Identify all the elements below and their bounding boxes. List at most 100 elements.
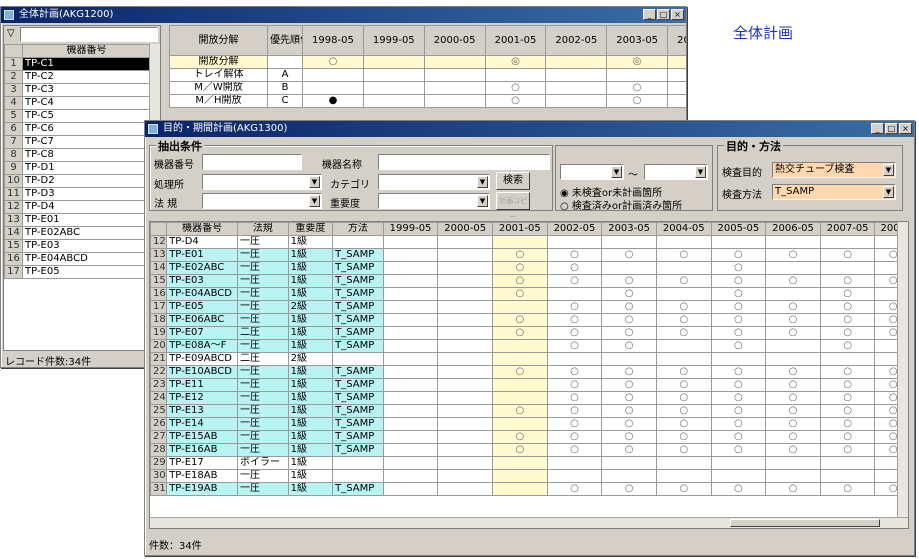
plan-mark[interactable]: ○ [765, 274, 821, 288]
list-item[interactable]: 2 TP-C2 [4, 70, 151, 84]
plan-mark[interactable]: ○ [546, 391, 603, 405]
purpose-select[interactable]: 熱交チューブ検査 ▼ [772, 162, 896, 178]
plan-mark[interactable]: ○ [765, 391, 821, 405]
table-row[interactable]: 14 TP-E02ABC 一圧 1級 T_SAMP ○ ○ ○ [150, 261, 908, 275]
grid-col-header[interactable]: 2004-05 [655, 222, 712, 236]
plan-mark[interactable]: ○ [710, 261, 767, 275]
plan-mark[interactable] [765, 469, 821, 483]
grid-horizontal-scrollbar[interactable] [150, 517, 908, 528]
grid-col-header[interactable]: 2002-05 [546, 222, 603, 236]
plan-mark[interactable]: ○ [492, 404, 548, 418]
plan-mark[interactable] [437, 417, 493, 431]
plan-mark[interactable] [546, 352, 603, 366]
list-item[interactable]: 1 TP-C1 [4, 57, 151, 71]
plan-mark[interactable]: ○ [710, 391, 767, 405]
plan-mark[interactable] [545, 55, 608, 69]
plan-mark[interactable] [819, 235, 876, 249]
table-row[interactable]: 15 TP-E03 一圧 1級 T_SAMP ○ ○ ○ ○ ○ ○ ○ ○ [150, 274, 908, 288]
plan-mark[interactable]: ○ [765, 248, 821, 262]
plan-mark[interactable]: ○ [765, 430, 821, 444]
table-row[interactable]: 13 TP-E01 一圧 1級 T_SAMP ○ ○ ○ ○ ○ ○ ○ ○ [150, 248, 908, 262]
grid-col-header[interactable]: 2005-05 [710, 222, 767, 236]
plan-mark[interactable] [382, 417, 439, 431]
close-button[interactable]: × [671, 9, 684, 20]
plan-mark[interactable] [655, 287, 712, 301]
plan-mark[interactable] [362, 81, 425, 95]
plan-mark[interactable] [492, 417, 548, 431]
plan-mark[interactable]: ○ [710, 378, 767, 392]
plan-mark[interactable]: ○ [546, 274, 603, 288]
grid-col-header[interactable]: 2000-05 [423, 25, 486, 56]
plan-mark[interactable]: ○ [601, 300, 657, 314]
plan-mark[interactable]: ○ [546, 248, 603, 262]
plan-mark[interactable] [655, 261, 712, 275]
grid-col-header[interactable]: 2001-05 [492, 222, 548, 236]
plan-mark[interactable] [492, 235, 548, 249]
plan-mark[interactable] [601, 235, 657, 249]
plan-mark[interactable] [382, 378, 439, 392]
plan-mark[interactable] [545, 94, 608, 108]
plan-mark[interactable]: ○ [819, 274, 876, 288]
grid-col-header[interactable]: 2002-05 [545, 25, 608, 56]
plan-mark[interactable] [382, 326, 439, 340]
plan-mark[interactable]: ○ [606, 81, 669, 95]
plan-mark[interactable]: ○ [601, 430, 657, 444]
list-item[interactable]: 12 TP-D4 [4, 200, 151, 214]
plan-mark[interactable]: ○ [655, 313, 712, 327]
plan-mark[interactable] [437, 248, 493, 262]
grid-col-header[interactable]: 1999-05 [362, 25, 425, 56]
plan-mark[interactable] [437, 365, 493, 379]
plan-mark[interactable] [606, 68, 669, 82]
plan-mark[interactable] [546, 456, 603, 470]
plan-mark[interactable]: ○ [655, 248, 712, 262]
plan-mark[interactable] [492, 300, 548, 314]
plan-mark[interactable] [382, 248, 439, 262]
grid-col-header[interactable]: 2000-05 [437, 222, 493, 236]
grid-vertical-scrollbar[interactable] [897, 222, 908, 518]
plan-mark[interactable]: ○ [819, 378, 876, 392]
plan-mark[interactable]: ○ [819, 417, 876, 431]
plan-mark[interactable] [437, 456, 493, 470]
grid-col-header[interactable]: 2004-05 [667, 25, 686, 56]
table-row[interactable]: M／W開放 B ○ ○ [169, 81, 686, 95]
plan-mark[interactable] [545, 81, 608, 95]
plan-mark[interactable] [765, 456, 821, 470]
grid-col-header[interactable]: 2006-05 [765, 222, 821, 236]
plan-mark[interactable] [819, 456, 876, 470]
plan-mark[interactable]: ○ [655, 300, 712, 314]
plan-mark[interactable]: ○ [546, 417, 603, 431]
table-row[interactable]: 25 TP-E13 一圧 1級 T_SAMP ○ ○ ○ ○ ○ ○ ○ ○ [150, 404, 908, 418]
method-select[interactable]: T_SAMP ▼ [772, 184, 896, 200]
list-item[interactable]: 6 TP-C6 [4, 122, 151, 136]
plan-mark[interactable] [382, 365, 439, 379]
plan-mark[interactable] [437, 274, 493, 288]
plan-mark[interactable]: ○ [546, 430, 603, 444]
plan-mark[interactable]: ○ [546, 313, 603, 327]
plan-mark[interactable] [601, 456, 657, 470]
plan-mark[interactable] [382, 469, 439, 483]
plan-mark[interactable]: ○ [819, 248, 876, 262]
plan-mark[interactable] [302, 81, 364, 95]
plan-mark[interactable] [492, 339, 548, 353]
plan-mark[interactable]: ○ [492, 274, 548, 288]
plant-select[interactable]: ▼ [202, 174, 322, 190]
plan-mark[interactable] [437, 391, 493, 405]
list-item[interactable]: 16 TP-E04ABCD [4, 252, 151, 266]
plan-mark[interactable] [601, 352, 657, 366]
plan-mark[interactable] [437, 482, 493, 496]
plan-mark[interactable]: ○ [601, 482, 657, 496]
plan-mark[interactable]: ○ [546, 261, 603, 275]
filter-input[interactable] [20, 27, 158, 42]
list-item[interactable]: 11 TP-D3 [4, 187, 151, 201]
plan-mark[interactable]: ○ [655, 404, 712, 418]
plan-mark[interactable]: ○ [710, 287, 767, 301]
table-row[interactable]: 26 TP-E14 一圧 1級 T_SAMP ○ ○ ○ ○ ○ ○ ○ [150, 417, 908, 431]
plan-mark[interactable]: ○ [819, 365, 876, 379]
list-item[interactable]: 10 TP-D2 [4, 174, 151, 188]
plan-mark[interactable]: ○ [710, 339, 767, 353]
plan-mark[interactable]: ○ [765, 378, 821, 392]
plan-mark[interactable] [382, 261, 439, 275]
table-row[interactable]: 29 TP-E17 ボイラー 1級 [150, 456, 908, 470]
plan-mark[interactable] [382, 391, 439, 405]
plan-mark[interactable] [546, 469, 603, 483]
